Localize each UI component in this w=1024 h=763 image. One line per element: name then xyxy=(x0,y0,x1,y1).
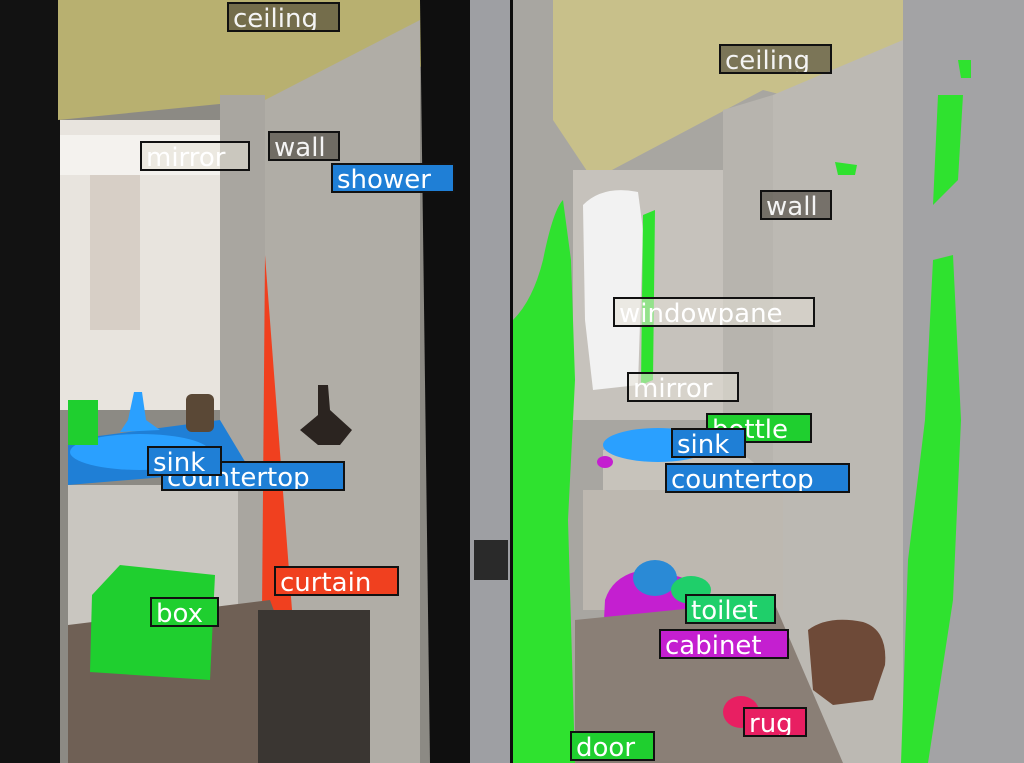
right-segmentation-panel: ceiling wall windowpane mirror bottle co… xyxy=(513,0,1024,763)
label-windowpane: windowpane xyxy=(613,297,815,327)
label-sink: sink xyxy=(671,428,746,458)
label-curtain: curtain xyxy=(274,566,399,596)
label-rug: rug xyxy=(743,707,807,737)
label-door: door xyxy=(570,731,655,761)
label-sink: sink xyxy=(147,446,222,476)
label-box: box xyxy=(150,597,219,627)
label-toilet: toilet xyxy=(685,594,776,624)
label-mirror: mirror xyxy=(627,372,739,402)
label-wall: wall xyxy=(760,190,832,220)
label-ceiling: ceiling xyxy=(719,44,832,74)
left-scene-image xyxy=(0,0,510,763)
label-shower: shower xyxy=(331,163,455,193)
label-mirror: mirror xyxy=(140,141,250,171)
left-segmentation-panel: ceiling mirror wall shower countertop si… xyxy=(0,0,510,763)
label-wall: wall xyxy=(268,131,340,161)
label-ceiling: ceiling xyxy=(227,2,340,32)
label-cabinet: cabinet xyxy=(659,629,789,659)
label-countertop: countertop xyxy=(665,463,850,493)
